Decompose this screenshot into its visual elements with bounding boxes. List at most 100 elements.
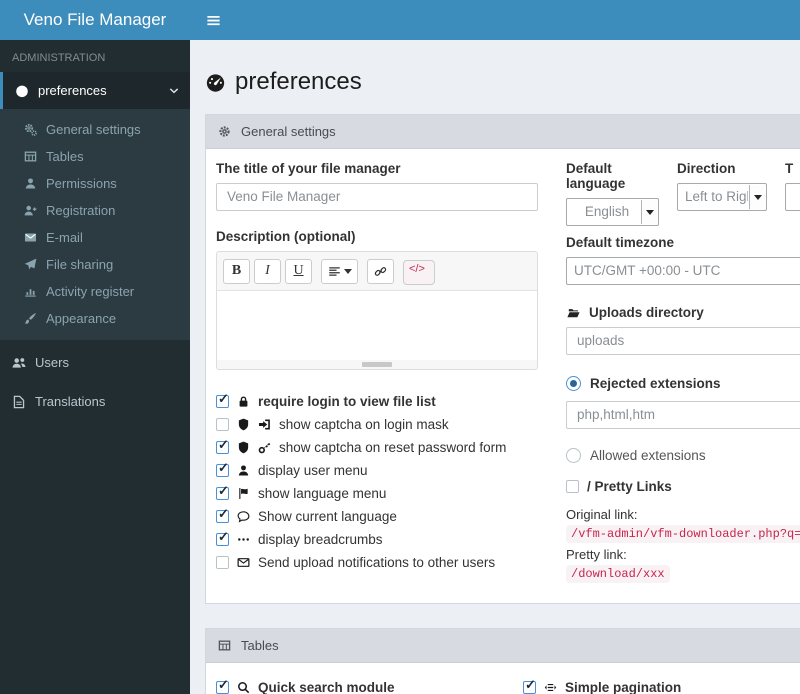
italic-button[interactable]: I: [254, 258, 281, 284]
lock-icon: [237, 395, 250, 408]
table-icon: [218, 639, 231, 652]
option-show-captcha-on-reset-password-form[interactable]: show captcha on reset password form: [216, 437, 538, 455]
subitem-label: General settings: [46, 122, 141, 137]
resize-grip[interactable]: [362, 362, 392, 367]
tables-panel-header: Tables: [206, 629, 800, 663]
description-editor: B I U </>: [216, 251, 538, 370]
sidebar-toggle-button[interactable]: [206, 13, 236, 28]
bold-button[interactable]: B: [223, 258, 250, 284]
title-input[interactable]: Veno File Manager: [216, 183, 538, 211]
option-show-captcha-on-login-mask[interactable]: show captcha on login mask: [216, 417, 538, 432]
option-show-current-language[interactable]: Show current language: [216, 506, 538, 524]
option-show-language-menu[interactable]: show language menu: [216, 483, 538, 501]
app-logo[interactable]: Veno File Manager: [0, 0, 190, 40]
underline-button[interactable]: U: [285, 258, 312, 284]
rejected-extensions-input[interactable]: php,html,htm: [566, 401, 800, 429]
title-field-label: The title of your file manager: [216, 161, 401, 176]
sidebar-menu: Users Translations: [0, 343, 190, 421]
top-bar: Veno File Manager: [0, 0, 800, 40]
paint-brush-icon: [24, 312, 37, 325]
checkbox-checked: [216, 483, 229, 500]
sidebar-subitem-tables[interactable]: Tables: [0, 143, 190, 170]
checkbox-checked: [216, 460, 229, 477]
pretty-link-label: Pretty link:: [566, 547, 627, 562]
subitem-label: Tables: [46, 149, 84, 164]
option-label: Show current language: [258, 509, 397, 524]
option-label: show language menu: [258, 486, 387, 501]
link-button[interactable]: [367, 258, 394, 284]
gear-icon: [218, 125, 231, 138]
search-icon: [237, 681, 250, 694]
main-content: preferences General settings The title o…: [190, 40, 800, 694]
default-language-label: Default language: [566, 161, 626, 191]
radio-unselected-icon: [566, 448, 581, 463]
app-title: Veno File Manager: [23, 10, 167, 29]
subitem-label: E-mail: [46, 230, 83, 245]
option-send-upload-notifications-to-other-users[interactable]: Send upload notifications to other users: [216, 555, 538, 570]
subitem-label: Permissions: [46, 176, 117, 191]
users-icon: [12, 356, 26, 370]
uploads-directory-input[interactable]: uploads: [566, 327, 800, 355]
original-link-label: Original link:: [566, 507, 638, 522]
option-label: display breadcrumbs: [258, 532, 383, 547]
timezone-select[interactable]: UTC/GMT +00:00 - UTC: [566, 257, 800, 285]
code-view-button[interactable]: </>: [403, 260, 435, 285]
sign-in-icon: [258, 418, 271, 431]
select-arrow-icon: [641, 200, 657, 224]
sidebar: ADMINISTRATION preferences General setti…: [0, 40, 190, 694]
navbar: [190, 0, 800, 40]
radio-selected-icon: [566, 376, 581, 391]
general-settings-panel-header: General settings: [206, 115, 800, 149]
direction-select[interactable]: Left to Right: [677, 183, 767, 211]
sidebar-subitem-file-sharing[interactable]: File sharing: [0, 251, 190, 278]
user-plus-icon: [24, 204, 37, 217]
sidebar-subitem-registration[interactable]: Registration: [0, 197, 190, 224]
align-dropdown-button[interactable]: [321, 258, 358, 284]
sidebar-subitem-e-mail[interactable]: E-mail: [0, 224, 190, 251]
option-require-login-to-view-file-list[interactable]: require login to view file list: [216, 391, 538, 409]
caret-down-icon: [343, 269, 352, 278]
option-display-breadcrumbs[interactable]: display breadcrumbs: [216, 529, 538, 547]
option-label: Simple pagination: [565, 680, 682, 694]
select-arrow-icon: [749, 185, 765, 209]
pretty-links-checkbox-row[interactable]: / Pretty Links: [566, 479, 800, 494]
checkbox-checked: [216, 677, 229, 694]
paper-plane-icon: [24, 258, 37, 271]
preferences-submenu: General settings Tables Permissions Registr…: [0, 109, 190, 340]
pretty-link-code: /download/xxx: [566, 565, 670, 583]
sidebar-subitem-appearance[interactable]: Appearance: [0, 305, 190, 332]
chevron-down-icon: [168, 85, 180, 97]
sidebar-subitem-general-settings[interactable]: General settings: [0, 116, 190, 143]
option-quick-search-module[interactable]: Quick search module: [216, 677, 523, 694]
uploads-directory-heading: Uploads directory: [566, 305, 800, 320]
user-icon: [24, 177, 37, 190]
sidebar-item-preferences[interactable]: preferences: [0, 72, 190, 109]
sidebar-subitem-activity-register[interactable]: Activity register: [0, 278, 190, 305]
allowed-extensions-radio[interactable]: Allowed extensions: [566, 448, 800, 463]
checkbox-checked: [216, 506, 229, 523]
sidebar-item-users[interactable]: Users: [0, 343, 190, 382]
default-language-select[interactable]: English: [566, 198, 659, 226]
sidebar-item-label: Translations: [35, 394, 106, 409]
sidebar-subitem-permissions[interactable]: Permissions: [0, 170, 190, 197]
sidebar-section-label: ADMINISTRATION: [12, 52, 106, 64]
ellipsis-icon: [237, 533, 250, 546]
envelope-icon: [24, 231, 37, 244]
option-simple-pagination[interactable]: Simple pagination: [523, 677, 800, 694]
option-label: show captcha on login mask: [279, 417, 449, 432]
tachometer-icon: [205, 72, 226, 93]
user-icon: [237, 464, 250, 477]
gears-icon: [24, 123, 37, 136]
rejected-extensions-radio[interactable]: Rejected extensions: [566, 376, 800, 391]
hamburger-icon: [206, 13, 221, 28]
truncated-select[interactable]: [785, 183, 800, 211]
flag-icon: [237, 487, 250, 500]
checkbox-unchecked: [216, 556, 229, 569]
sidebar-item-translations[interactable]: Translations: [0, 382, 190, 421]
checkbox-unchecked: [216, 418, 229, 431]
description-textarea[interactable]: [217, 290, 537, 360]
option-display-user-menu[interactable]: display user menu: [216, 460, 538, 478]
option-label: show captcha on reset password form: [279, 440, 507, 455]
general-right-column: Default language English Direction Left …: [566, 155, 800, 583]
checkbox-checked: [216, 529, 229, 546]
